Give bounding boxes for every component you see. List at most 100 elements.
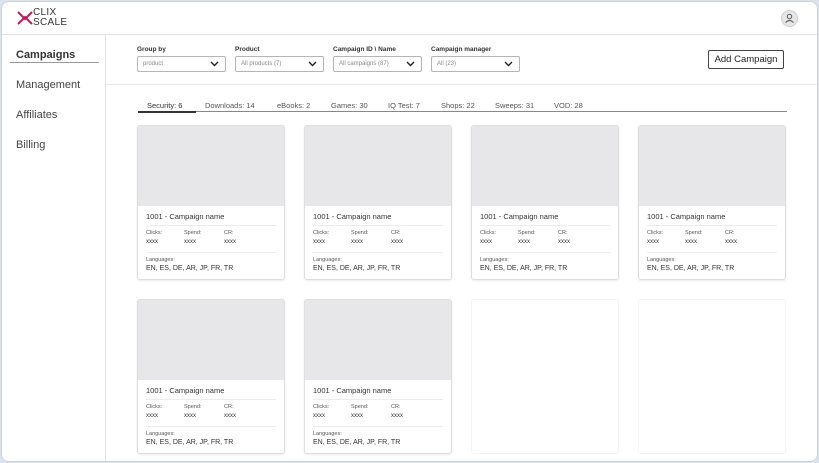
campaign-card[interactable]: 1001 - Campaign name Clicks: xxxx Spend: x… <box>638 125 786 280</box>
divider <box>146 399 276 400</box>
cr-value: xxxx <box>391 413 403 419</box>
active-tab-indicator <box>138 111 196 113</box>
cr-stat: CR: xxxx <box>725 230 737 245</box>
cr-stat: CR: xxxx <box>391 404 403 419</box>
spend-stat: Spend: xxxx <box>351 230 368 245</box>
divider <box>647 225 777 226</box>
campaign-filter: Campaign ID \ Name All campaigns (87) <box>333 46 422 72</box>
sidebar-item-management[interactable]: Management <box>16 79 80 91</box>
tab-ebooks[interactable]: eBooks: 2 <box>277 101 310 110</box>
tab-vod[interactable]: VOD: 28 <box>554 101 583 110</box>
sidebar-item-affiliates[interactable]: Affiliates <box>16 109 57 121</box>
app-window: CLIX SCALE Campaigns Management Affiliat… <box>1 1 818 462</box>
clicks-stat: Clicks: xxxx <box>480 230 496 245</box>
campaign-select[interactable]: All campaigns (87) <box>333 56 422 72</box>
campaign-image-placeholder <box>138 126 284 206</box>
user-icon <box>785 13 794 23</box>
group-by-select[interactable]: product <box>137 56 226 72</box>
spend-value: xxxx <box>184 239 196 245</box>
clicks-label: Clicks: <box>647 230 664 236</box>
logo-line-2: SCALE <box>33 17 68 28</box>
clicks-value: xxxx <box>647 239 659 245</box>
sidebar-item-billing[interactable]: Billing <box>16 139 45 151</box>
spend-stat: Spend: xxxx <box>685 230 702 245</box>
campaign-title: 1001 - Campaign name <box>146 386 225 395</box>
cr-label: CR: <box>391 230 401 236</box>
spend-stat: Spend: xxxx <box>351 404 368 419</box>
campaign-card[interactable]: 1001 - Campaign name Clicks: xxxx Spend: x… <box>304 125 452 280</box>
campaign-card[interactable]: 1001 - Campaign name Clicks: xxxx Spend: x… <box>137 125 285 280</box>
campaign-title: 1001 - Campaign name <box>480 212 559 221</box>
cr-label: CR: <box>224 404 234 410</box>
tab-downloads[interactable]: Downloads: 14 <box>205 101 255 110</box>
spend-stat: Spend: xxxx <box>184 404 201 419</box>
campaign-image-placeholder <box>305 126 451 206</box>
top-bar: CLIX SCALE <box>2 2 817 35</box>
group-by-value: product <box>143 61 164 67</box>
user-menu-button[interactable] <box>781 10 798 27</box>
logo-text: CLIX SCALE <box>33 8 67 28</box>
logo-mark-icon <box>17 11 33 25</box>
campaign-card[interactable]: 1001 - Campaign name Clicks: xxxx Spend: x… <box>471 125 619 280</box>
clicks-stat: Clicks: xxxx <box>146 230 162 245</box>
cr-stat: CR: xxxx <box>224 230 236 245</box>
category-tabs: Security: 6 Downloads: 14 eBooks: 2 Game… <box>138 99 787 113</box>
spend-value: xxxx <box>351 413 363 419</box>
chevron-down-icon <box>504 61 513 67</box>
campaign-image-placeholder <box>305 300 451 380</box>
clixscale-logo[interactable]: CLIX SCALE <box>17 8 77 30</box>
clicks-stat: Clicks: xxxx <box>313 404 329 419</box>
divider <box>313 426 443 427</box>
spend-value: xxxx <box>518 239 530 245</box>
campaign-manager-value: All (23) <box>437 61 457 67</box>
campaign-title: 1001 - Campaign name <box>313 386 392 395</box>
cr-value: xxxx <box>725 239 737 245</box>
spend-stat: Spend: xxxx <box>518 230 535 245</box>
divider <box>146 252 276 253</box>
languages-value: EN, ES, DE, AR, JP, FR, TR <box>480 265 568 272</box>
spend-value: xxxx <box>184 413 196 419</box>
clicks-stat: Clicks: xxxx <box>146 404 162 419</box>
spend-label: Spend: <box>351 230 369 236</box>
cr-label: CR: <box>725 230 735 236</box>
tab-games[interactable]: Games: 30 <box>331 101 368 110</box>
campaign-card[interactable]: 1001 - Campaign name Clicks: xxxx Spend: x… <box>304 299 452 454</box>
tab-security[interactable]: Security: 6 <box>147 101 182 110</box>
cr-value: xxxx <box>558 239 570 245</box>
campaign-card[interactable]: 1001 - Campaign name Clicks: xxxx Spend: x… <box>137 299 285 454</box>
sidebar-item-campaigns[interactable]: Campaigns <box>16 49 75 61</box>
add-campaign-button[interactable]: Add Campaign <box>708 50 784 69</box>
spend-label: Spend: <box>184 404 202 410</box>
tab-sweeps[interactable]: Sweeps: 31 <box>495 101 534 110</box>
clicks-value: xxxx <box>146 239 158 245</box>
campaign-manager-select[interactable]: All (23) <box>431 56 520 72</box>
languages-value: EN, ES, DE, AR, JP, FR, TR <box>313 265 401 272</box>
chevron-down-icon <box>406 61 415 67</box>
chevron-down-icon <box>210 61 219 67</box>
campaign-title: 1001 - Campaign name <box>146 212 225 221</box>
clicks-stat: Clicks: xxxx <box>647 230 663 245</box>
languages-label: Languages: <box>480 257 509 263</box>
clicks-label: Clicks: <box>146 404 163 410</box>
divider <box>480 225 610 226</box>
product-label: Product <box>235 46 260 53</box>
spend-label: Spend: <box>685 230 703 236</box>
spend-stat: Spend: xxxx <box>184 230 201 245</box>
filter-bar: Group by product Product All products (7… <box>106 35 817 85</box>
campaign-title: 1001 - Campaign name <box>313 212 392 221</box>
cr-label: CR: <box>558 230 568 236</box>
clicks-label: Clicks: <box>313 230 330 236</box>
tab-shops[interactable]: Shops: 22 <box>441 101 475 110</box>
languages-value: EN, ES, DE, AR, JP, FR, TR <box>146 439 234 446</box>
cr-stat: CR: xxxx <box>391 230 403 245</box>
languages-label: Languages: <box>146 431 175 437</box>
divider <box>313 225 443 226</box>
languages-label: Languages: <box>313 431 342 437</box>
spend-label: Spend: <box>184 230 202 236</box>
divider <box>647 252 777 253</box>
divider <box>146 225 276 226</box>
campaign-manager-filter: Campaign manager All (23) <box>431 46 520 72</box>
clicks-value: xxxx <box>313 239 325 245</box>
product-select[interactable]: All products (7) <box>235 56 324 72</box>
tab-iq-test[interactable]: IQ Test: 7 <box>388 101 420 110</box>
